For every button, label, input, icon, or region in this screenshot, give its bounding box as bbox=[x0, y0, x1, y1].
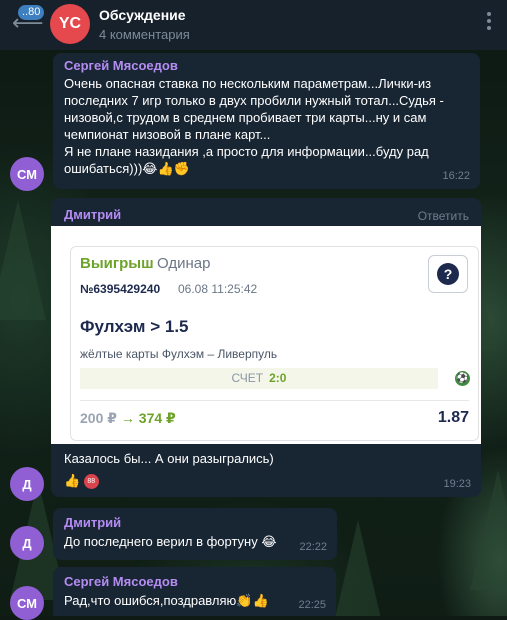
more-menu-icon[interactable] bbox=[487, 12, 491, 33]
bet-number: №6395429240 bbox=[80, 282, 161, 296]
message-text: Очень опасная ставка по нескольким парам… bbox=[64, 75, 474, 177]
bet-odds: 1.87 bbox=[437, 409, 469, 426]
message-time: 19:23 bbox=[443, 478, 471, 490]
message-time: 22:22 bbox=[299, 541, 327, 553]
message-line: Я не плане назидания ,а просто для инфор… bbox=[64, 144, 429, 159]
background-tree bbox=[0, 200, 46, 320]
score-label: СЧЕТ bbox=[231, 371, 264, 385]
help-button: ? bbox=[428, 255, 468, 293]
message-time: 22:25 bbox=[298, 599, 326, 611]
thumbs-up-icon: 👍 bbox=[64, 473, 81, 488]
question-icon: ? bbox=[437, 263, 459, 285]
avatar[interactable]: СМ bbox=[10, 157, 44, 191]
stake-amount: 200 ₽ bbox=[80, 410, 117, 426]
avatar[interactable]: Д bbox=[10, 467, 44, 501]
football-icon: ⚽ bbox=[455, 371, 470, 386]
bet-type: Одинар bbox=[157, 255, 211, 272]
message-bubble: Дмитрий Ответить Выигрыш Одинар ? №63954… bbox=[51, 198, 481, 497]
chat-subtitle: 4 комментария bbox=[99, 27, 190, 42]
message-line: Очень опасная ставка по нескольким парам… bbox=[64, 76, 432, 91]
message-author[interactable]: Сергей Мясоедов bbox=[64, 57, 178, 74]
chat-header: ⟵ ..80 YC Обсуждение 4 комментария bbox=[0, 0, 507, 50]
bet-selection: Фулхэм > 1.5 bbox=[80, 317, 189, 336]
bet-image[interactable]: Выигрыш Одинар ? №6395429240 06.08 11:25… bbox=[51, 226, 481, 444]
chat-title[interactable]: Обсуждение bbox=[99, 7, 186, 23]
card-divider bbox=[80, 400, 469, 401]
score-value: 2:0 bbox=[269, 371, 287, 385]
message-line: чемпионат низовой в плане карт... bbox=[64, 127, 271, 142]
score-bar: СЧЕТ 2:0 bbox=[80, 368, 438, 389]
avatar[interactable]: СМ bbox=[10, 586, 44, 620]
bet-datetime: 06.08 11:25:42 bbox=[178, 282, 258, 296]
avatar[interactable]: Д bbox=[10, 526, 44, 560]
payout-amount: 374 ₽ bbox=[138, 410, 176, 426]
bet-amounts: 200 ₽ → 374 ₽ bbox=[80, 410, 176, 427]
background-tree bbox=[330, 520, 386, 616]
message-line: последних 7 игр только в двух пробили ну… bbox=[64, 93, 444, 108]
message-time: 16:22 bbox=[442, 170, 470, 182]
message-author[interactable]: Дмитрий bbox=[64, 514, 121, 531]
arrow-right-icon: → bbox=[120, 410, 135, 426]
unread-count-badge: ..80 bbox=[18, 5, 45, 20]
message-author[interactable]: Дмитрий bbox=[64, 206, 121, 223]
bet-event: жёлтые карты Фулхэм – Ливерпуль bbox=[80, 347, 278, 361]
message-bubble: Дмитрий До последнего верил в фортуну 😂 … bbox=[53, 508, 337, 560]
reaction-chip[interactable]: 👍 88 bbox=[64, 472, 99, 490]
message-line: ошибаться)))😂👍✊ bbox=[64, 161, 190, 176]
message-bubble: Сергей Мясоедов Рад,что ошибся,поздравля… bbox=[53, 567, 336, 616]
message-bubble: Сергей Мясоедов Очень опасная ставка по … bbox=[53, 53, 480, 189]
reply-button[interactable]: Ответить bbox=[418, 208, 469, 225]
message-line: низовой,с трудом в среднем пробивает три… bbox=[64, 110, 427, 125]
message-text: Казалось бы... А они разыгрались) bbox=[64, 451, 274, 466]
bet-status: Выигрыш bbox=[80, 255, 154, 272]
message-text: Рад,что ошибся,поздравляю👏👍 bbox=[64, 593, 269, 608]
reaction-count: 88 bbox=[83, 474, 99, 490]
bet-card: Выигрыш Одинар ? №6395429240 06.08 11:25… bbox=[70, 246, 479, 441]
channel-avatar[interactable]: YC bbox=[50, 4, 90, 44]
message-text: До последнего верил в фортуну 😂 bbox=[64, 534, 277, 549]
message-author[interactable]: Сергей Мясоедов bbox=[64, 573, 178, 590]
